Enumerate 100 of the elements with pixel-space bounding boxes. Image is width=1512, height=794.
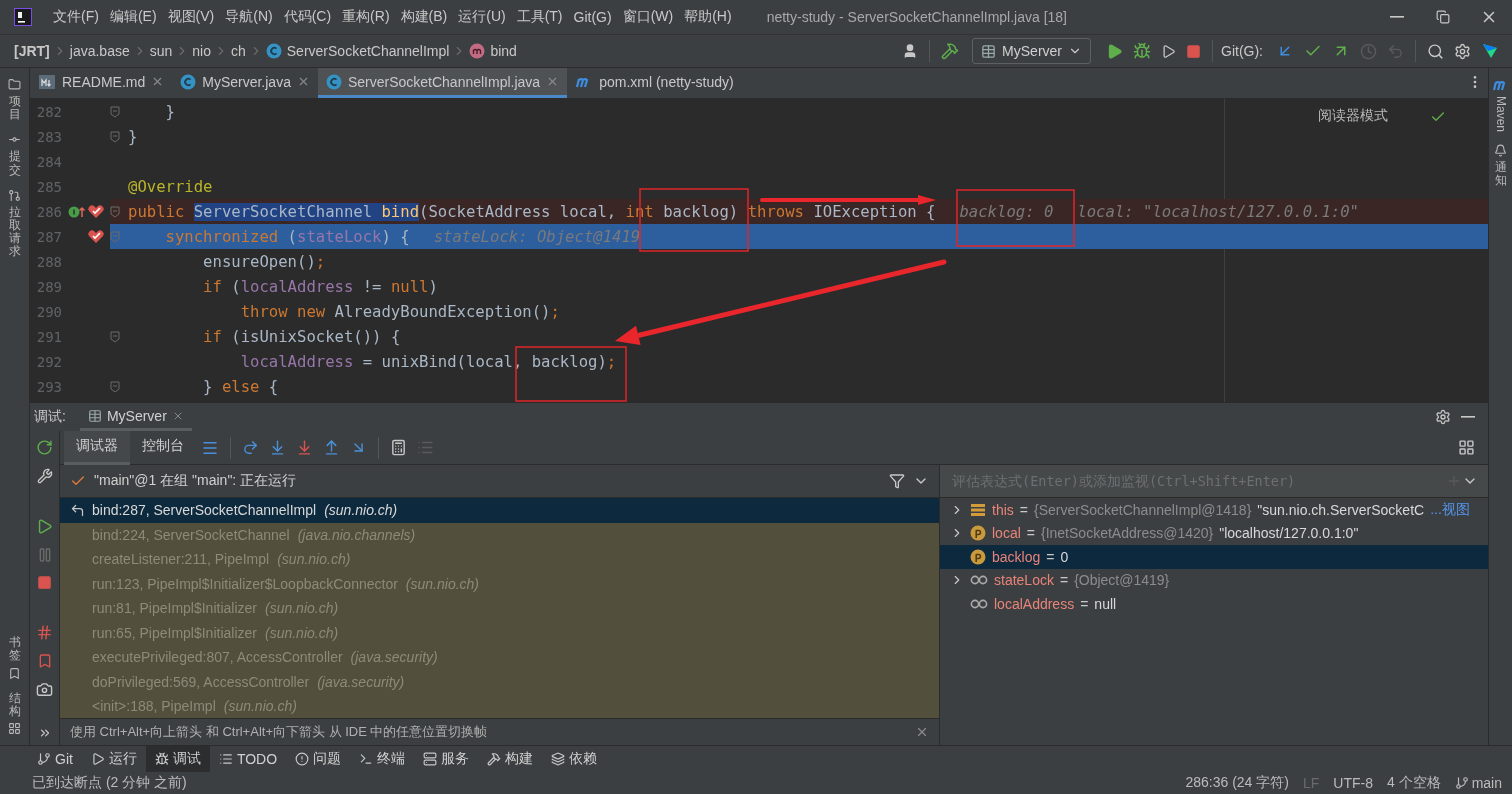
rerun-icon[interactable] — [36, 439, 53, 456]
app-logo — [14, 8, 32, 26]
tool-window-tab[interactable]: 通知 — [1494, 138, 1507, 194]
code-line: @Override — [128, 177, 213, 196]
bug-icon — [154, 751, 169, 766]
debugger-tab[interactable]: 调试器 — [64, 430, 130, 465]
editor-tab[interactable]: MyServer.java — [172, 68, 318, 98]
stack-frame[interactable]: bind:287, ServerSocketChannelImpl (sun.nio.ch) — [60, 498, 939, 523]
reader-mode-link[interactable]: 阅读器模式 — [1318, 107, 1388, 125]
tool-tab[interactable]: 问题 — [286, 745, 351, 772]
breadcrumb[interactable]: [JRT] — [14, 43, 50, 59]
fold-marker-icon[interactable] — [110, 380, 120, 393]
variable-row[interactable]: this = {ServerSocketChannelImpl@1418} "sun.nio.ch.ServerSocketC ...视图 — [940, 498, 1488, 522]
line-number: 291 — [35, 328, 62, 345]
menu-item[interactable]: Git(G) — [573, 9, 612, 25]
menu-item[interactable]: 代码(C) — [283, 8, 332, 26]
pull-request-icon — [8, 188, 21, 202]
fold-marker-icon[interactable] — [110, 205, 120, 218]
restore-icon — [1436, 10, 1450, 24]
tool-tab[interactable]: 依赖 — [542, 745, 607, 772]
tool-tab[interactable]: TODO — [209, 745, 287, 772]
tool-tab[interactable]: 构建 — [478, 745, 543, 772]
status-item[interactable]: 4 个空格 — [1386, 773, 1441, 792]
tool-window-tab[interactable]: 项目 — [8, 72, 21, 128]
fold-marker-icon[interactable] — [110, 130, 120, 143]
tool-tab[interactable]: 终端 — [350, 745, 415, 772]
breadcrumb[interactable]: ServerSocketChannelImpl — [265, 43, 450, 59]
filter-icon[interactable] — [889, 473, 905, 489]
branch-icon — [1454, 775, 1469, 790]
breadcrumb[interactable]: bind — [469, 43, 517, 59]
stop-icon[interactable] — [37, 575, 52, 590]
status-item[interactable]: 286:36 (24 字符) — [1185, 773, 1289, 792]
tool-window-tab[interactable]: Maven — [1491, 72, 1510, 139]
trace-icon — [417, 439, 434, 456]
tool-tab[interactable]: 调试 — [145, 745, 210, 772]
menu-item[interactable]: 重构(R) — [342, 8, 390, 26]
line-number: 290 — [35, 303, 62, 320]
close-icon[interactable] — [915, 725, 929, 739]
layout-icon — [1458, 439, 1475, 456]
breakpoint-icon[interactable] — [88, 204, 104, 219]
inlay-hint: backlog: 0 — [959, 202, 1054, 221]
status-message: 已到达断点 (2 分钟 之前) — [32, 773, 188, 792]
variable-row[interactable]: local = {InetSocketAddress@1420} "localhost/127.0.0.1:0" — [940, 521, 1488, 545]
camera-icon[interactable] — [36, 681, 53, 698]
menu-item[interactable]: 窗口(W) — [622, 8, 674, 26]
menu-item[interactable]: 工具(T) — [516, 8, 563, 26]
fold-marker-icon[interactable] — [110, 230, 120, 243]
breadcrumb[interactable]: nio — [192, 43, 211, 59]
breadcrumb[interactable]: ch — [231, 43, 246, 59]
server-icon — [423, 751, 438, 766]
line-number: 286 — [35, 203, 62, 220]
thread-selector[interactable]: "main"@1 在组 "main": 正在运行 — [94, 472, 881, 490]
step-out-icon — [323, 439, 340, 456]
inlay-hint: local: "localhost/127.0.0.1:0" — [1077, 202, 1359, 221]
menu-item[interactable]: 帮助(H) — [684, 8, 732, 26]
status-item[interactable]: main — [1454, 774, 1502, 791]
breadcrumb[interactable]: java.base — [69, 43, 130, 59]
fold-marker-icon[interactable] — [110, 330, 120, 343]
tool-window-tab[interactable]: 结构 — [8, 685, 21, 741]
menu-item[interactable]: 文件(F) — [53, 8, 99, 26]
settings-icon — [1454, 42, 1471, 60]
tool-tab[interactable]: Git — [28, 745, 82, 772]
layers-icon — [551, 751, 566, 766]
status-item[interactable]: UTF-8 — [1333, 774, 1373, 791]
editor-tab[interactable]: README.md — [30, 68, 173, 98]
tool-window-tab[interactable]: 提交 — [8, 127, 21, 183]
menu-item[interactable]: 视图(V) — [167, 8, 215, 26]
window-title: netty-study - ServerSocketChannelImpl.java [18] — [766, 9, 1068, 25]
line-number: 289 — [35, 278, 62, 295]
line-number: 283 — [35, 128, 62, 145]
view-link[interactable]: ...视图 — [1430, 500, 1470, 519]
run-config-dropdown[interactable]: MyServer — [972, 38, 1091, 64]
editor-tab[interactable]: ServerSocketChannelImpl.java — [317, 68, 568, 98]
tool-window-tab[interactable]: 书签 — [8, 630, 21, 686]
variable-row[interactable]: stateLock = {Object@1419} — [940, 568, 1488, 592]
bell-icon — [1494, 144, 1507, 158]
variable-row[interactable]: backlog = 0 — [940, 545, 1488, 569]
breakpoint-icon[interactable] — [88, 229, 104, 244]
debugger-tab[interactable]: 控制台 — [130, 430, 196, 465]
resume-icon[interactable] — [36, 518, 53, 535]
line-number: 288 — [35, 253, 62, 270]
step-into-icon — [269, 439, 286, 456]
glasses-icon — [970, 597, 988, 610]
menu-item[interactable]: 运行(U) — [458, 8, 506, 26]
code-line: } — [164, 102, 175, 121]
wrench-icon[interactable] — [36, 468, 53, 484]
fold-marker-icon[interactable] — [110, 105, 120, 118]
menu-item[interactable]: 构建(B) — [400, 8, 448, 26]
breadcrumb[interactable]: sun — [149, 43, 173, 59]
tool-window-tab[interactable]: 拉取请求 — [8, 182, 21, 265]
tool-tab[interactable]: 服务 — [414, 745, 479, 772]
force-step-into-icon — [296, 439, 313, 456]
code-line: } — [128, 127, 138, 146]
tool-tab[interactable]: 运行 — [81, 745, 146, 772]
menu-item[interactable]: 导航(N) — [225, 8, 273, 26]
menu-item[interactable]: 编辑(E) — [109, 8, 157, 26]
override-marker-icon[interactable] — [68, 204, 86, 219]
variable-row[interactable]: localAddress = null — [940, 592, 1488, 616]
editor-tab[interactable]: pom.xml (netty-study) — [567, 68, 742, 98]
play-icon — [90, 751, 105, 766]
